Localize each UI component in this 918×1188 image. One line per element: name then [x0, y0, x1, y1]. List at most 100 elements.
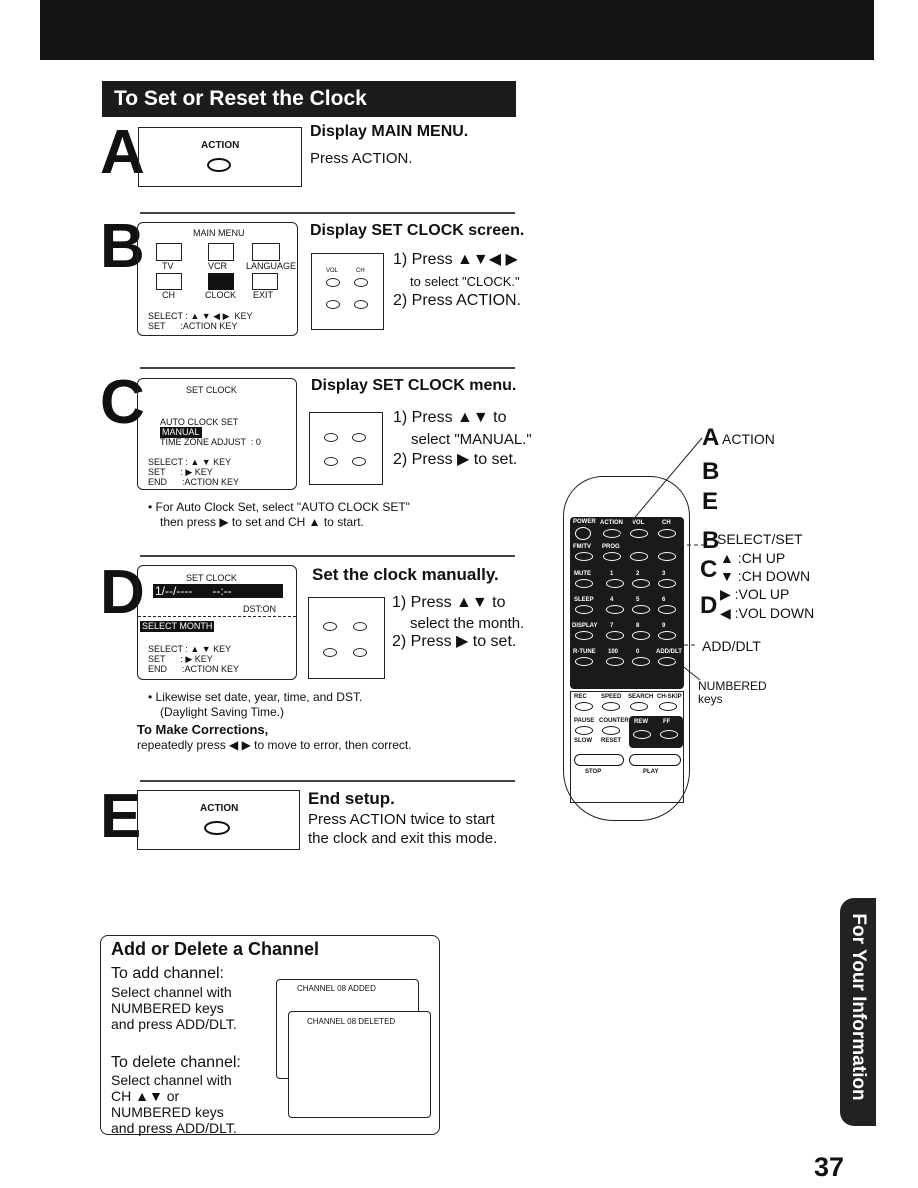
step-d-note: • Likewise set date, year, time, and DST… — [148, 690, 363, 704]
ch-icon — [156, 273, 182, 290]
add-line: Select channel with — [111, 984, 232, 1000]
corrections-text: repeatedly press ◀ ▶ to move to error, t… — [137, 738, 412, 752]
vol-label: VOL — [326, 268, 339, 274]
remote-label-a: A — [702, 424, 720, 451]
icon-label: CLOCK — [205, 290, 237, 300]
side-tab: For Your Information — [840, 898, 876, 1126]
vol-up-icon — [324, 433, 338, 442]
step-b-2: 2) Press ACTION. — [393, 292, 522, 309]
divider — [140, 212, 515, 214]
oval-button-icon — [207, 158, 231, 172]
action-label: ACTION — [200, 803, 239, 814]
ch-down-icon — [353, 648, 367, 657]
step-d-2: 2) Press ▶ to set. — [392, 633, 517, 650]
ch-down-icon — [352, 457, 366, 466]
icon-label: EXIT — [253, 290, 274, 300]
divider — [140, 367, 515, 369]
vol-down-icon — [323, 648, 337, 657]
channel-heading: Add or Delete a Channel — [111, 939, 320, 959]
divider — [140, 780, 515, 782]
step-c-1: 1) Press ▲▼ to — [393, 409, 507, 426]
counter-reset-button-icon — [602, 726, 620, 735]
screen-line: END :ACTION KEY — [148, 664, 240, 674]
step-d-1b: select the month. — [410, 615, 525, 632]
side-tab-label: For Your Information — [848, 913, 869, 1101]
ff-button-icon — [660, 730, 678, 739]
add-line: NUMBERED keys — [111, 1000, 224, 1016]
rew-label: REW — [634, 719, 648, 725]
vol-up-icon — [323, 622, 337, 631]
remote-label-b: B — [702, 458, 720, 485]
language-icon — [252, 243, 280, 261]
menu-option: TIME ZONE ADJUST : 0 — [160, 437, 261, 447]
divider — [138, 616, 296, 617]
ch-up-icon — [354, 278, 368, 287]
date-time-display: 1/--/---- --:-- — [153, 584, 283, 598]
added-text: CHANNEL 08 ADDED — [297, 984, 376, 993]
action-button-illustration: ACTION — [137, 790, 300, 850]
remote-label-ch-down: ▼ :CH DOWN — [720, 568, 811, 584]
screen-title: SET CLOCK — [186, 385, 237, 395]
step-letter-e: E — [100, 782, 142, 851]
screen-line: END :ACTION KEY — [148, 477, 240, 487]
ff-label: FF — [663, 719, 671, 725]
stop-label: STOP — [585, 769, 602, 775]
remote-label-add-dlt: ADD/DLT — [702, 638, 761, 654]
keypad-illustration — [309, 412, 383, 485]
play-label: PLAY — [643, 769, 659, 775]
dst-status: DST:ON — [243, 604, 277, 614]
rew-button-icon — [633, 730, 651, 739]
ch-up-icon — [352, 433, 366, 442]
remote-label-e: E — [702, 488, 719, 515]
step-b-heading: Display SET CLOCK screen. — [310, 222, 525, 239]
header-bar — [40, 0, 874, 60]
icon-label: VCR — [208, 261, 228, 271]
vol-down-icon — [326, 300, 340, 309]
main-menu-screen: MAIN MENU TV VCR LANGUAGE CH CLOCK EXIT … — [137, 222, 298, 336]
ch-label: CH — [356, 268, 365, 274]
step-b-1: 1) Press ▲▼◀ ▶ — [393, 251, 518, 268]
screen-prompt: SELECT MONTH — [140, 621, 215, 632]
add-title: To add channel: — [111, 965, 224, 982]
step-c-heading: Display SET CLOCK menu. — [311, 377, 517, 394]
deleted-text: CHANNEL 08 DELETED — [307, 1017, 396, 1026]
keypad-illustration: VOL CH — [311, 253, 384, 330]
corrections-heading: To Make Corrections, — [137, 722, 269, 737]
step-a-heading: Display MAIN MENU. — [310, 123, 469, 140]
ch-down-icon — [354, 300, 368, 309]
step-c-2: 2) Press ▶ to set. — [393, 451, 518, 468]
delete-line: Select channel with — [111, 1072, 232, 1088]
stop-button-icon — [574, 754, 624, 766]
add-instructions: Select channel with NUMBERED keys and pr… — [111, 984, 237, 1032]
ch-up-icon — [353, 622, 367, 631]
slow-label: SLOW — [574, 738, 592, 744]
vcr-icon — [208, 243, 234, 261]
step-c-1b: select "MANUAL." — [411, 431, 532, 448]
rew-ff-section: REW FF — [629, 716, 683, 748]
remote-label-keys: keys — [698, 692, 723, 706]
set-clock-screen: SET CLOCK AUTO CLOCK SET MANUAL TIME ZON… — [137, 378, 297, 490]
delete-line: CH ▲▼ or — [111, 1088, 180, 1104]
delete-line: and press ADD/DLT. — [111, 1120, 237, 1136]
delete-line: NUMBERED keys — [111, 1104, 224, 1120]
pause-slow-button-icon — [575, 726, 593, 735]
vol-down-icon — [324, 457, 338, 466]
step-d-1: 1) Press ▲▼ to — [392, 594, 506, 611]
delete-instructions: Select channel with CH ▲▼ or NUMBERED ke… — [111, 1072, 237, 1136]
reset-label: RESET — [601, 738, 622, 744]
icon-label: LANGUAGE — [246, 261, 297, 271]
screen-title: MAIN MENU — [193, 228, 245, 238]
delete-title: To delete channel: — [111, 1054, 241, 1071]
remote-label-vol-up: ▶ :VOL UP — [720, 586, 790, 602]
remote-label-action: ACTION — [722, 431, 775, 447]
action-label: ACTION — [201, 140, 240, 151]
keypad-illustration — [308, 597, 385, 679]
step-e-heading: End setup. — [308, 789, 395, 808]
channel-deleted-screen: CHANNEL 08 DELETED — [288, 1011, 431, 1118]
step-b-1b: to select "CLOCK." — [410, 274, 520, 289]
remote-label-d: D — [700, 592, 718, 619]
remote-label-numbered: NUMBERED — [698, 679, 767, 693]
remote-label-c: C — [700, 556, 718, 583]
play-button-icon — [629, 754, 681, 766]
step-c-note: • For Auto Clock Set, select "AUTO CLOCK… — [148, 500, 410, 514]
